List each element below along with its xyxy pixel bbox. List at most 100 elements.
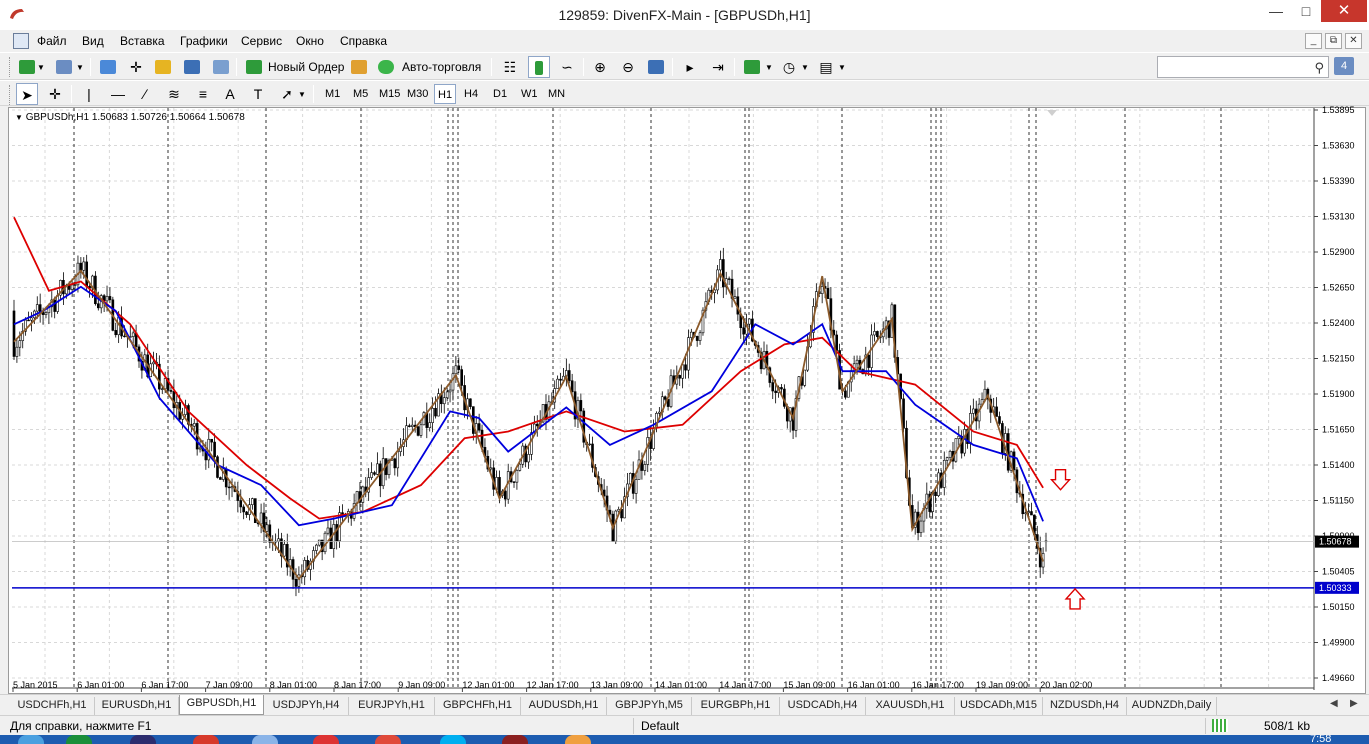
symbol-tab[interactable]: AUDUSDh,H1 bbox=[521, 697, 607, 715]
time-tick-label: 9 Jan 09:00 bbox=[398, 680, 445, 690]
connection-status-icon bbox=[1212, 719, 1228, 732]
candle-body bbox=[315, 544, 318, 551]
profile-name: Default bbox=[641, 719, 680, 733]
candle-body bbox=[957, 435, 961, 440]
candle-body bbox=[771, 382, 775, 392]
taskbar-skype-icon[interactable] bbox=[440, 735, 466, 744]
chart-symbol-ohlc: GBPUSDh,H1 1.50683 1.50726 1.50664 1.506… bbox=[25, 112, 245, 123]
taskbar-browser-icon[interactable] bbox=[313, 735, 339, 744]
candle-body bbox=[835, 334, 839, 351]
collapse-icon[interactable]: ▼ bbox=[15, 113, 23, 122]
time-tick-label: 13 Jan 09:00 bbox=[591, 680, 643, 690]
candle-body bbox=[370, 472, 373, 478]
symbol-tab[interactable]: GBPJPYh,M5 bbox=[607, 697, 692, 715]
taskbar-app-icon[interactable] bbox=[66, 735, 92, 744]
candle-body bbox=[579, 400, 583, 412]
candle-body bbox=[614, 510, 618, 542]
candle-body bbox=[873, 331, 876, 336]
taskbar-browser-icon[interactable] bbox=[193, 735, 219, 744]
candle-body bbox=[515, 470, 519, 483]
candle-body bbox=[1027, 511, 1030, 514]
candle-body bbox=[160, 388, 164, 390]
candle-body bbox=[722, 259, 725, 288]
candle-body bbox=[530, 432, 533, 455]
taskbar-app-icon[interactable] bbox=[565, 735, 591, 744]
price-tick-label: 1.51400 bbox=[1322, 460, 1355, 470]
candle-body bbox=[570, 380, 574, 392]
candle-body bbox=[748, 318, 751, 325]
candle-body bbox=[192, 423, 196, 427]
candle-body bbox=[684, 364, 687, 371]
candle-body bbox=[396, 451, 400, 469]
symbol-tab[interactable]: GBPCHFh,H1 bbox=[435, 697, 521, 715]
candle-body bbox=[719, 259, 722, 271]
candle-body bbox=[317, 539, 321, 546]
symbol-tab[interactable]: XAUUSDh,H1 bbox=[866, 697, 955, 715]
symbol-tab[interactable]: GBPUSDh,H1 bbox=[179, 695, 264, 715]
time-tick-label: 14 Jan 01:00 bbox=[655, 680, 707, 690]
candle-body bbox=[213, 441, 216, 458]
candle-body bbox=[867, 354, 870, 368]
taskbar-terminal-icon[interactable] bbox=[502, 735, 528, 744]
symbol-tab[interactable]: USDCHFh,H1 bbox=[10, 697, 95, 715]
candle-body bbox=[303, 560, 307, 578]
time-tick-label: 16 Jan 01:00 bbox=[848, 680, 900, 690]
symbol-tab[interactable]: EURUSDh,H1 bbox=[95, 697, 179, 715]
candle-body bbox=[503, 490, 507, 500]
candle-body bbox=[512, 481, 516, 483]
symbol-tab[interactable]: NZDUSDh,H4 bbox=[1043, 697, 1127, 715]
taskbar-app-icon[interactable] bbox=[252, 735, 278, 744]
candle-body bbox=[687, 337, 690, 371]
candle-body bbox=[79, 262, 83, 271]
candle-body bbox=[972, 408, 975, 414]
symbol-tab[interactable]: AUDNZDh,Daily bbox=[1127, 697, 1217, 715]
candle-body bbox=[934, 491, 937, 497]
candle-body bbox=[803, 369, 807, 386]
price-tick-label: 1.53390 bbox=[1322, 176, 1355, 186]
candle-body bbox=[556, 378, 559, 389]
price-tick-label: 1.53895 bbox=[1322, 105, 1355, 115]
candle-body bbox=[820, 286, 824, 294]
candle-body bbox=[44, 312, 48, 315]
taskbar-app-icon[interactable] bbox=[375, 735, 401, 744]
candle-body bbox=[489, 467, 493, 470]
symbol-tab[interactable]: EURJPYh,H1 bbox=[349, 697, 435, 715]
price-tick-label: 1.49660 bbox=[1322, 673, 1355, 683]
taskbar-clock: 7:58 bbox=[1310, 735, 1332, 744]
time-tick-label: 12 Jan 01:00 bbox=[462, 680, 514, 690]
candle-body bbox=[628, 473, 632, 485]
time-tick-label: 6 Jan 01:00 bbox=[77, 680, 124, 690]
candle-body bbox=[690, 331, 693, 338]
candle-body bbox=[259, 512, 263, 525]
price-tick-label: 1.50405 bbox=[1322, 567, 1355, 577]
symbol-tab[interactable]: USDCADh,M15 bbox=[955, 697, 1043, 715]
start-icon[interactable] bbox=[18, 735, 44, 744]
symbol-tab[interactable]: USDCADh,H4 bbox=[780, 697, 866, 715]
candle-body bbox=[780, 387, 783, 390]
candle-body bbox=[855, 359, 859, 365]
time-tick-label: 12 Jan 17:00 bbox=[527, 680, 579, 690]
candle-body bbox=[242, 506, 245, 513]
candle-body bbox=[774, 390, 777, 393]
help-text: Для справки, нажмите F1 bbox=[10, 719, 152, 733]
candle-body bbox=[663, 396, 667, 400]
candle-body bbox=[198, 447, 202, 450]
symbol-tab[interactable]: EURGBPh,H1 bbox=[692, 697, 780, 715]
candle-body bbox=[410, 424, 414, 427]
candle-body bbox=[15, 346, 19, 357]
candle-body bbox=[227, 486, 231, 489]
candle-body bbox=[876, 331, 879, 338]
candle-body bbox=[294, 578, 298, 587]
price-tick-label: 1.50150 bbox=[1322, 602, 1355, 612]
candle-body bbox=[588, 443, 591, 446]
taskbar-app-icon[interactable] bbox=[130, 735, 156, 744]
candle-body bbox=[963, 429, 966, 454]
current-price-label: 1.50678 bbox=[1319, 537, 1352, 547]
tab-scroll-right-icon[interactable]: ▶ bbox=[1350, 698, 1358, 709]
candle-body bbox=[73, 284, 77, 286]
tab-scroll-left-icon[interactable]: ◀ bbox=[1330, 698, 1338, 709]
candle-body bbox=[210, 438, 213, 443]
symbol-tab[interactable]: USDJPYh,H4 bbox=[264, 697, 349, 715]
candle-body bbox=[498, 477, 501, 496]
candle-body bbox=[998, 416, 1001, 424]
